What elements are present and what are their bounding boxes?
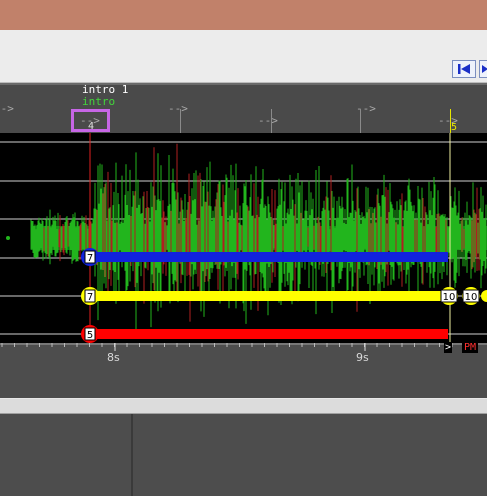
tempo-arrow: --> [0,102,14,115]
play-forward-button[interactable] [479,60,487,78]
automation-start-value: 7 [87,292,93,303]
skip-to-start-button[interactable] [452,60,476,78]
play-forward-icon [482,65,487,73]
ruler-tick [180,109,181,133]
automation-end-value: 10 [443,292,456,303]
ruler-tick [360,109,361,133]
end-label[interactable]: PM [462,342,479,353]
waveform-start-dot [6,236,10,240]
time-ruler-ticks [1,343,478,351]
time-ruler[interactable]: 8s 9s > PM [0,342,487,398]
automation-start-value: 5 [87,330,93,341]
panel-separator[interactable] [0,398,487,414]
automation-start-value: 7 [87,253,93,264]
skip-to-start-icon [458,64,470,74]
automation-extra-value: 10 [465,292,478,303]
time-label: 9s [356,351,369,364]
waveform [6,143,487,332]
lower-right-panel [135,414,487,496]
automation-node [481,290,487,302]
waveform-canvas[interactable]: 7 7 10 10 5 [0,133,487,343]
automation-lane-bar [90,329,448,339]
marker-ruler[interactable]: --> --> --> --> --> --> intro 1 intro 4 … [0,83,487,133]
bar-number: 5 [451,122,458,133]
ruler-tick [271,109,272,133]
tempo-arrow: --> [258,114,278,127]
toolbar [0,30,487,83]
automation-lane-bar [90,252,448,262]
ruler-tick [450,109,451,133]
end-marker[interactable]: > [444,342,453,353]
lower-left-panel [0,414,133,496]
automation-lane-bar [90,291,448,301]
bar-number: 4 [88,121,95,132]
window-titlebar [0,0,487,30]
track-waveform-area[interactable]: 7 7 10 10 5 [0,133,487,343]
time-label: 8s [107,351,120,364]
tempo-arrow: --> [168,102,188,115]
tempo-arrow: --> [356,102,376,115]
ruler-top-line [0,83,487,85]
marker-sublabel[interactable]: intro [82,95,115,108]
